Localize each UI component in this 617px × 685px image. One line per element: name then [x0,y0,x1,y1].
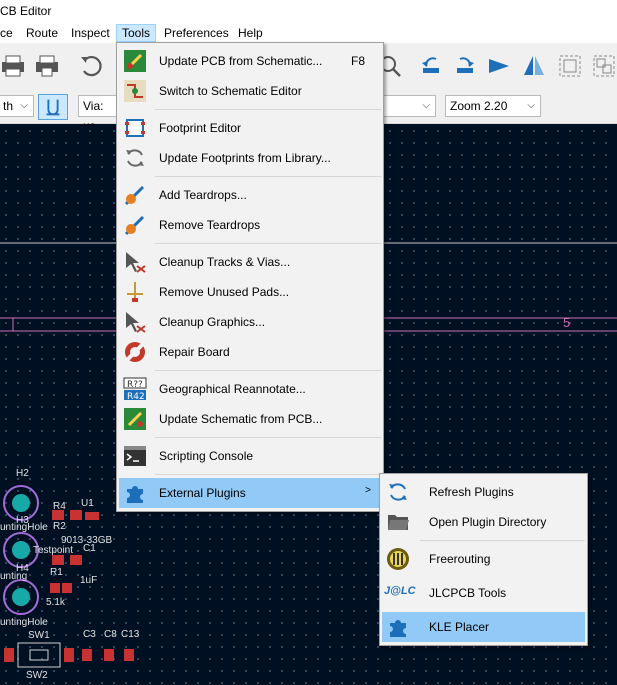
menu-item-remove-teardrops[interactable]: Remove Teardrops [119,210,381,240]
value-5k1: 5.1k [46,597,65,608]
ref-r1: R1 [50,567,63,578]
plugin-icon [127,486,143,503]
mirror-icon[interactable] [521,53,547,79]
schematic-editor-icon [124,80,146,102]
chevron-down-icon: ⌵ [20,100,28,111]
menu-item-add-teardrops[interactable]: Add Teardrops... [119,180,381,210]
menu-item-jlcpcb-tools[interactable]: J@LC JLCPCB Tools [382,578,585,608]
chevron-down-icon: ⌵ [527,100,535,111]
menu-item-schematic-editor[interactable]: Switch to Schematic Editor [119,76,381,106]
menu-help[interactable]: Help [233,24,268,42]
undo-icon[interactable] [78,53,104,79]
update-schematic-icon [124,408,146,430]
plugins-submenu: Refresh Plugins Open Plugin Directory Fr… [379,473,588,646]
value-mounting-hole-2: unting [0,571,28,582]
print-icon[interactable] [0,53,26,79]
menu-item-refresh-plugins[interactable]: Refresh Plugins [382,477,585,507]
freerouting-icon [387,548,409,570]
refresh-icon [126,149,144,167]
ref-r2: R2 [53,521,66,532]
layer-select[interactable]: ⌵ [380,95,436,117]
console-icon [124,446,146,466]
svg-text:R42: R42 [127,392,145,401]
flip-icon[interactable] [486,53,512,79]
value-u1: 9013-33GB [61,535,113,546]
teardrop-icon [124,215,145,236]
menu-item-external-plugins[interactable]: External Plugins > [119,478,381,508]
menu-separator [155,243,381,244]
ref-c13: C13 [121,629,140,640]
track-width-value: th [3,99,14,113]
rotate-ccw-icon[interactable] [418,53,444,79]
ref-h2: H2 [16,468,29,479]
menu-item-freerouting[interactable]: Freerouting [382,544,585,574]
menu-item-reannotate[interactable]: R?? R42 Geographical Reannotate... [119,374,381,404]
cleanup-icon [126,252,146,273]
chevron-down-icon: ⌵ [422,100,430,111]
ref-c8: C8 [104,629,117,640]
footprint-editor-icon [125,119,145,137]
rotate-cw-icon[interactable] [452,53,478,79]
menu-item-kle-placer[interactable]: KLE Placer [382,612,585,642]
cleanup-graphics-icon [126,312,146,333]
tools-menu: Update PCB from Schematic... F8 Switch t… [116,42,384,512]
folder-icon [388,515,409,530]
ungroup-icon[interactable] [591,53,617,79]
chevron-right-icon: > [365,485,371,496]
update-pcb-icon [124,50,146,72]
repair-icon [125,342,145,362]
menu-separator [155,109,381,110]
menu-item-cleanup-graphics[interactable]: Cleanup Graphics... [119,307,381,337]
jlc-icon: J@LC [384,585,416,597]
unused-pads-icon [127,282,143,302]
reannotate-icon: R?? R42 [123,377,147,401]
menu-inspect[interactable]: Inspect [66,24,115,42]
ref-sw2: SW2 [26,670,48,681]
menu-item-update-footprints[interactable]: Update Footprints from Library... [119,143,381,173]
menu-route[interactable]: Route [21,24,63,42]
title-bar: CB Editor [0,0,617,22]
menu-separator [155,474,381,475]
layer-number-label: 5 [563,315,571,330]
menu-separator [420,540,585,541]
menu-item-update-pcb[interactable]: Update PCB from Schematic... F8 [119,46,381,76]
menu-item-footprint-editor[interactable]: Footprint Editor [119,113,381,143]
teardrop-icon [124,185,145,206]
value-mounting-hole-1: untingHole [0,522,48,533]
menu-tools[interactable]: Tools [116,24,157,42]
menu-bar: ce Route Inspect Tools Preferences Help [0,22,617,43]
plugin-icon [390,620,406,637]
menu-item-open-plugin-directory[interactable]: Open Plugin Directory [382,507,585,537]
value-testpoint: Testpoint [33,545,74,556]
menu-item-cleanup-tracks[interactable]: Cleanup Tracks & Vias... [119,247,381,277]
auto-track-width-icon[interactable] [38,94,68,120]
zoom-select[interactable]: Zoom 2.20 ⌵ [445,95,541,117]
menu-separator [155,370,381,371]
group-icon[interactable] [557,53,583,79]
ref-u1: U1 [81,498,94,509]
track-width-select[interactable]: th ⌵ [0,95,34,117]
menu-separator [155,176,381,177]
value-mounting-hole-3: untingHole [0,617,48,628]
menu-separator [155,437,381,438]
menu-item-repair-board[interactable]: Repair Board [119,337,381,367]
menu-place[interactable]: ce [0,24,18,42]
zoom-value: Zoom 2.20 [450,99,508,113]
via-size-select[interactable]: Via: us [78,95,118,133]
value-1uf: 1uF [80,575,98,586]
ref-r4: R4 [53,501,66,512]
menu-item-remove-unused-pads[interactable]: Remove Unused Pads... [119,277,381,307]
plot-icon[interactable] [34,53,60,79]
window-title: CB Editor [0,4,52,18]
menu-preferences[interactable]: Preferences [159,24,234,42]
ref-sw1: SW1 [28,630,50,641]
refresh-icon [389,483,407,501]
ref-c3: C3 [83,629,96,640]
svg-text:R??: R?? [127,380,143,390]
menu-item-update-schematic[interactable]: Update Schematic from PCB... [119,404,381,434]
menu-item-scripting-console[interactable]: Scripting Console [119,441,381,471]
